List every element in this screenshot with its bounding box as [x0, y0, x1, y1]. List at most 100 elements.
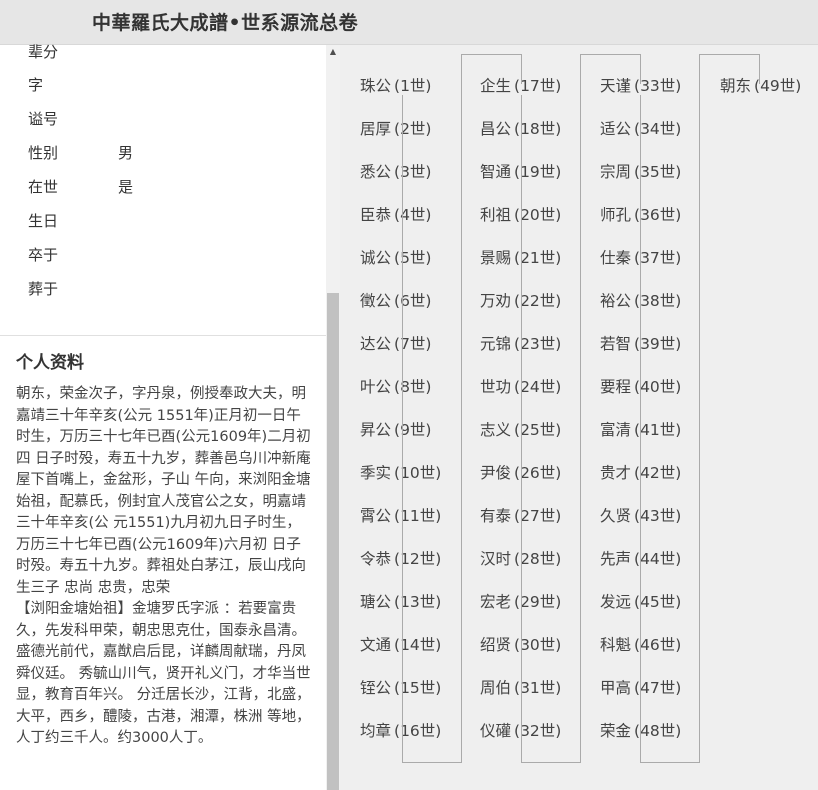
generation-node[interactable]: 适公 (34世)	[600, 117, 720, 141]
generation-node[interactable]: 智通 (19世)	[480, 160, 600, 184]
generation-name[interactable]: 志义	[480, 421, 511, 439]
generation-node[interactable]: 裕公 (38世)	[600, 289, 720, 313]
generation-name[interactable]: 瑭公	[360, 593, 391, 611]
generation-node[interactable]: 富清 (41世)	[600, 418, 720, 442]
generation-node[interactable]: 若智 (39世)	[600, 332, 720, 356]
generation-node[interactable]: 万劝 (22世)	[480, 289, 600, 313]
generation-node[interactable]: 仕秦 (37世)	[600, 246, 720, 270]
generation-name[interactable]: 裕公	[600, 292, 631, 310]
generation-node[interactable]: 久贤 (43世)	[600, 504, 720, 528]
generation-name[interactable]: 先声	[600, 550, 631, 568]
generation-node[interactable]: 宗周 (35世)	[600, 160, 720, 184]
generation-name[interactable]: 利祖	[480, 206, 511, 224]
generation-name[interactable]: 宗周	[600, 163, 631, 181]
generation-name[interactable]: 师孔	[600, 206, 631, 224]
scrollbar[interactable]: ▲	[326, 45, 340, 790]
generation-name[interactable]: 久贤	[600, 507, 631, 525]
generation-name[interactable]: 仕秦	[600, 249, 631, 267]
generation-name[interactable]: 富清	[600, 421, 631, 439]
generation-name[interactable]: 世功	[480, 378, 511, 396]
generation-name[interactable]: 铚公	[360, 679, 391, 697]
generation-node[interactable]: 朝东 (49世)	[720, 74, 818, 98]
generation-name[interactable]: 适公	[600, 120, 631, 138]
generation-node[interactable]: 荣金 (48世)	[600, 719, 720, 743]
generation-node[interactable]: 师孔 (36世)	[600, 203, 720, 227]
generation-name[interactable]: 昇公	[360, 421, 391, 439]
generation-name[interactable]: 荣金	[600, 722, 631, 740]
generation-node[interactable]: 有泰 (27世)	[480, 504, 600, 528]
generation-name[interactable]: 宏老	[480, 593, 511, 611]
generation-node[interactable]: 季实 (10世)	[360, 461, 480, 485]
generation-name[interactable]: 仪礶	[480, 722, 511, 740]
generation-name[interactable]: 景赐	[480, 249, 511, 267]
generation-node[interactable]: 霄公 (11世)	[360, 504, 480, 528]
scroll-up-arrow-icon[interactable]: ▲	[326, 45, 340, 59]
generation-node[interactable]: 文通 (14世)	[360, 633, 480, 657]
generation-node[interactable]: 利祖 (20世)	[480, 203, 600, 227]
scroll-thumb[interactable]	[327, 293, 339, 790]
generation-name[interactable]: 文通	[360, 636, 391, 654]
generation-node[interactable]: 景赐 (21世)	[480, 246, 600, 270]
generation-name[interactable]: 臣恭	[360, 206, 391, 224]
generation-name[interactable]: 令恭	[360, 550, 391, 568]
generation-name[interactable]: 要程	[600, 378, 631, 396]
generation-node[interactable]: 珠公 (1世)	[360, 74, 480, 98]
generation-name[interactable]: 天谨	[600, 77, 631, 95]
generation-node[interactable]: 均章 (16世)	[360, 719, 480, 743]
generation-name[interactable]: 叶公	[360, 378, 391, 396]
generation-node[interactable]: 世功 (24世)	[480, 375, 600, 399]
generation-node[interactable]: 科魁 (46世)	[600, 633, 720, 657]
generation-name[interactable]: 万劝	[480, 292, 511, 310]
generation-node[interactable]: 发远 (45世)	[600, 590, 720, 614]
generation-name[interactable]: 发远	[600, 593, 631, 611]
generation-node[interactable]: 贵才 (42世)	[600, 461, 720, 485]
generation-name[interactable]: 珠公	[360, 77, 391, 95]
generation-name[interactable]: 朝东	[720, 77, 751, 95]
generation-name[interactable]: 周伯	[480, 679, 511, 697]
generation-node[interactable]: 尹俊 (26世)	[480, 461, 600, 485]
generation-node[interactable]: 先声 (44世)	[600, 547, 720, 571]
generation-node[interactable]: 徵公 (6世)	[360, 289, 480, 313]
generation-name[interactable]: 尹俊	[480, 464, 511, 482]
generation-name[interactable]: 昌公	[480, 120, 511, 138]
generation-node[interactable]: 瑭公 (13世)	[360, 590, 480, 614]
generation-node[interactable]: 居厚 (2世)	[360, 117, 480, 141]
generation-name[interactable]: 居厚	[360, 120, 391, 138]
generation-node[interactable]: 宏老 (29世)	[480, 590, 600, 614]
generation-node[interactable]: 要程 (40世)	[600, 375, 720, 399]
generation-node[interactable]: 绍贤 (30世)	[480, 633, 600, 657]
generation-name[interactable]: 若智	[600, 335, 631, 353]
generation-name[interactable]: 诚公	[360, 249, 391, 267]
generation-name[interactable]: 有泰	[480, 507, 511, 525]
generation-name[interactable]: 霄公	[360, 507, 391, 525]
generation-name[interactable]: 悉公	[360, 163, 391, 181]
generation-node[interactable]: 元锦 (23世)	[480, 332, 600, 356]
generation-name[interactable]: 徵公	[360, 292, 391, 310]
generation-node[interactable]: 昇公 (9世)	[360, 418, 480, 442]
generation-name[interactable]: 季实	[360, 464, 391, 482]
generation-name[interactable]: 汉时	[480, 550, 511, 568]
generation-node[interactable]: 天谨 (33世)	[600, 74, 720, 98]
generation-node[interactable]: 臣恭 (4世)	[360, 203, 480, 227]
generation-name[interactable]: 贵才	[600, 464, 631, 482]
generation-name[interactable]: 均章	[360, 722, 391, 740]
generation-node[interactable]: 周伯 (31世)	[480, 676, 600, 700]
generation-name[interactable]: 智通	[480, 163, 511, 181]
generation-node[interactable]: 甲高 (47世)	[600, 676, 720, 700]
generation-name[interactable]: 绍贤	[480, 636, 511, 654]
generation-name[interactable]: 科魁	[600, 636, 631, 654]
generation-node[interactable]: 达公 (7世)	[360, 332, 480, 356]
generation-name[interactable]: 甲高	[600, 679, 631, 697]
generation-node[interactable]: 仪礶 (32世)	[480, 719, 600, 743]
generation-name[interactable]: 达公	[360, 335, 391, 353]
generation-node[interactable]: 诚公 (5世)	[360, 246, 480, 270]
generation-node[interactable]: 汉时 (28世)	[480, 547, 600, 571]
generation-node[interactable]: 悉公 (3世)	[360, 160, 480, 184]
generation-name[interactable]: 元锦	[480, 335, 511, 353]
generation-name[interactable]: 企生	[480, 77, 511, 95]
generation-node[interactable]: 昌公 (18世)	[480, 117, 600, 141]
generation-node[interactable]: 铚公 (15世)	[360, 676, 480, 700]
generation-node[interactable]: 令恭 (12世)	[360, 547, 480, 571]
generation-node[interactable]: 叶公 (8世)	[360, 375, 480, 399]
generation-node[interactable]: 志义 (25世)	[480, 418, 600, 442]
